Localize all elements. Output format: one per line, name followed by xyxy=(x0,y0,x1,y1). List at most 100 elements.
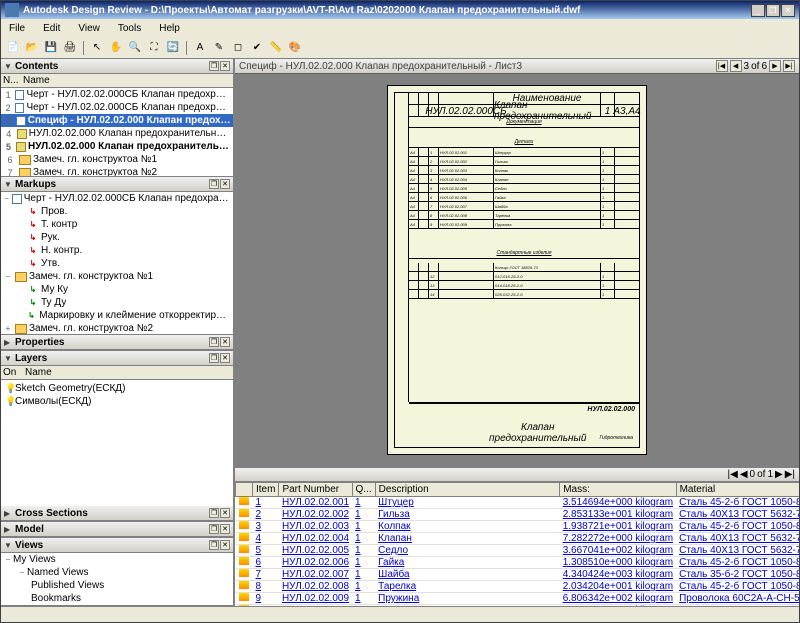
bom-item[interactable]: 8 xyxy=(253,581,279,593)
bom-last-icon[interactable]: ▶| xyxy=(785,469,795,480)
panel-close-icon[interactable]: ✕ xyxy=(220,179,230,189)
markup-item[interactable]: ↳Му Ку xyxy=(1,283,233,296)
open-icon[interactable]: 📂 xyxy=(24,40,40,56)
expand-icon[interactable]: ▶ xyxy=(4,338,12,346)
bom-material[interactable]: Сталь 45-2-б ГОСТ 1050-88 xyxy=(676,557,799,569)
bom-item[interactable]: 6 xyxy=(253,557,279,569)
maximize-button[interactable]: ❐ xyxy=(766,4,780,17)
panel-max-icon[interactable]: ❐ xyxy=(209,508,219,518)
panel-close-icon[interactable]: ✕ xyxy=(220,524,230,534)
lightbulb-icon[interactable]: 💡 xyxy=(5,383,15,394)
contents-item[interactable]: 7Замеч. гл. конструктоа №2 xyxy=(1,166,233,176)
bom-desc[interactable]: Колпак xyxy=(375,521,560,533)
bom-material[interactable]: Сталь 40Х13 ГОСТ 5632-72 xyxy=(676,509,799,521)
bom-mass[interactable]: 2.034204e+001 kilogram xyxy=(560,581,676,593)
layer-item[interactable]: 💡Символы(ЕСКД) xyxy=(3,395,231,408)
panel-max-icon[interactable]: ❐ xyxy=(209,61,219,71)
bom-row[interactable]: 5 НУЛ.02.02.005 1 Седло 3.667041e+002 ki… xyxy=(236,545,800,557)
menu-help[interactable]: Help xyxy=(155,22,184,35)
collapse-icon[interactable]: ▼ xyxy=(4,62,12,70)
bom-desc[interactable]: Седло xyxy=(375,545,560,557)
panel-close-icon[interactable]: ✕ xyxy=(220,508,230,518)
panel-close-icon[interactable]: ✕ xyxy=(220,61,230,71)
bom-item[interactable]: 9 xyxy=(253,593,279,605)
markup-item[interactable]: ↳Маркировку и клеймение откорректировать xyxy=(1,309,233,322)
bom-qty[interactable]: 1 xyxy=(352,569,375,581)
bom-partnumber[interactable]: НУЛ.02.02.003 xyxy=(279,521,352,533)
last-page-icon[interactable]: ▶| xyxy=(783,60,795,72)
bom-desc[interactable]: Гайка xyxy=(375,557,560,569)
bom-material[interactable]: Сталь 35-б-2 ГОСТ 1050-88 xyxy=(676,569,799,581)
contents-item[interactable]: 6Замеч. гл. конструктоа №1 xyxy=(1,153,233,166)
bom-mass[interactable]: 1.308510e+000 kilogram xyxy=(560,557,676,569)
view-item[interactable]: −My Views xyxy=(1,553,233,566)
view-item[interactable]: Bookmarks xyxy=(1,592,233,605)
markup-draw-icon[interactable]: ✎ xyxy=(211,40,227,56)
expand-icon[interactable]: ▶ xyxy=(4,525,12,533)
markup-item[interactable]: ↳Утв. xyxy=(1,257,233,270)
bom-material[interactable]: Проволока 60С2А-А-СН-5,0 ГОСТ 14963-78 xyxy=(676,593,799,605)
next-page-icon[interactable]: ▶ xyxy=(769,60,781,72)
markup-style-icon[interactable]: 🎨 xyxy=(287,40,303,56)
bom-row[interactable]: 9 НУЛ.02.02.009 1 Пружина 6.806342e+002 … xyxy=(236,593,800,605)
bom-row[interactable]: 3 НУЛ.02.02.003 1 Колпак 1.938721e+001 k… xyxy=(236,521,800,533)
markup-stamp-icon[interactable]: ✔ xyxy=(249,40,265,56)
bom-partnumber[interactable]: НУЛ.02.02.005 xyxy=(279,545,352,557)
menu-edit[interactable]: Edit xyxy=(39,22,64,35)
panel-max-icon[interactable]: ❐ xyxy=(209,540,219,550)
col-layer-name[interactable]: Name xyxy=(25,367,52,378)
bom-partnumber[interactable]: НУЛ.02.02.008 xyxy=(279,581,352,593)
bom-qty[interactable]: 1 xyxy=(352,581,375,593)
bom-material[interactable]: Сталь 40Х13 ГОСТ 5632-72 xyxy=(676,533,799,545)
close-button[interactable]: ✕ xyxy=(781,4,795,17)
bom-item[interactable]: 2 xyxy=(253,509,279,521)
bom-partnumber[interactable]: НУЛ.02.02.006 xyxy=(279,557,352,569)
bom-row[interactable]: 8 НУЛ.02.02.008 1 Тарелка 2.034204e+001 … xyxy=(236,581,800,593)
contents-item[interactable]: 3Специф - НУЛ.02.02.000 Клапан предохран… xyxy=(1,114,233,127)
bom-row[interactable]: 7 НУЛ.02.02.007 1 Шайба 4.340424e+003 ki… xyxy=(236,569,800,581)
bom-mass[interactable]: 1.938721e+001 kilogram xyxy=(560,521,676,533)
collapse-icon[interactable]: ▼ xyxy=(4,180,12,188)
bom-desc[interactable]: Шайба xyxy=(375,569,560,581)
markup-item[interactable]: −Черт - НУЛ.02.02.000СБ Клапан предохран… xyxy=(1,192,233,205)
bom-partnumber[interactable]: НУЛ.02.02.002 xyxy=(279,509,352,521)
menu-view[interactable]: View xyxy=(74,22,104,35)
panel-close-icon[interactable]: ✕ xyxy=(220,353,230,363)
bom-mass[interactable]: 3.667041e+002 kilogram xyxy=(560,545,676,557)
bom-item[interactable]: 5 xyxy=(253,545,279,557)
collapse-icon[interactable]: ▼ xyxy=(4,354,12,362)
panel-max-icon[interactable]: ❐ xyxy=(209,337,219,347)
bom-desc[interactable]: Пружина xyxy=(375,593,560,605)
col-material[interactable]: Material xyxy=(676,483,799,497)
zoom-region-icon[interactable]: 🔍 xyxy=(127,40,143,56)
contents-item[interactable]: 5НУЛ.02.02.000 Клапан предохранительный … xyxy=(1,140,233,153)
col-mass[interactable]: Mass: xyxy=(560,483,676,497)
bom-desc[interactable]: Тарелка xyxy=(375,581,560,593)
bom-qty[interactable]: 1 xyxy=(352,497,375,509)
view-item[interactable]: Published Views xyxy=(1,579,233,592)
save-icon[interactable]: 💾 xyxy=(43,40,59,56)
markup-item[interactable]: −Замеч. гл. конструктоа №1 xyxy=(1,270,233,283)
bom-desc[interactable]: Клапан xyxy=(375,533,560,545)
bom-row[interactable]: 6 НУЛ.02.02.006 1 Гайка 1.308510e+000 ki… xyxy=(236,557,800,569)
bom-mass[interactable]: 4.340424e+003 kilogram xyxy=(560,569,676,581)
bom-mass[interactable]: 3.514694e+000 kilogram xyxy=(560,497,676,509)
bom-item[interactable]: 3 xyxy=(253,521,279,533)
bom-next-icon[interactable]: ▶ xyxy=(775,469,783,480)
panel-close-icon[interactable]: ✕ xyxy=(220,540,230,550)
panel-close-icon[interactable]: ✕ xyxy=(220,337,230,347)
bom-qty[interactable]: 1 xyxy=(352,593,375,605)
bom-row[interactable]: 1 НУЛ.02.02.001 1 Штуцер 3.514694e+000 k… xyxy=(236,497,800,509)
bom-material[interactable]: Сталь 45-2-б ГОСТ 1050-88 xyxy=(676,521,799,533)
collapse-icon[interactable]: ▼ xyxy=(4,541,12,549)
bom-desc[interactable]: Штуцер xyxy=(375,497,560,509)
pointer-icon[interactable]: ↖ xyxy=(89,40,105,56)
lightbulb-icon[interactable]: 💡 xyxy=(5,396,15,407)
bom-partnumber[interactable]: НУЛ.02.02.004 xyxy=(279,533,352,545)
bom-material[interactable]: Сталь 45-2-б ГОСТ 1050-88 xyxy=(676,497,799,509)
col-num[interactable]: N... xyxy=(3,75,23,86)
contents-item[interactable]: 1Черт - НУЛ.02.02.000СБ Клапан предохран… xyxy=(1,88,233,101)
bom-qty[interactable]: 1 xyxy=(352,557,375,569)
col-part-number[interactable]: Part Number xyxy=(279,483,352,497)
expand-icon[interactable]: ▶ xyxy=(4,509,12,517)
